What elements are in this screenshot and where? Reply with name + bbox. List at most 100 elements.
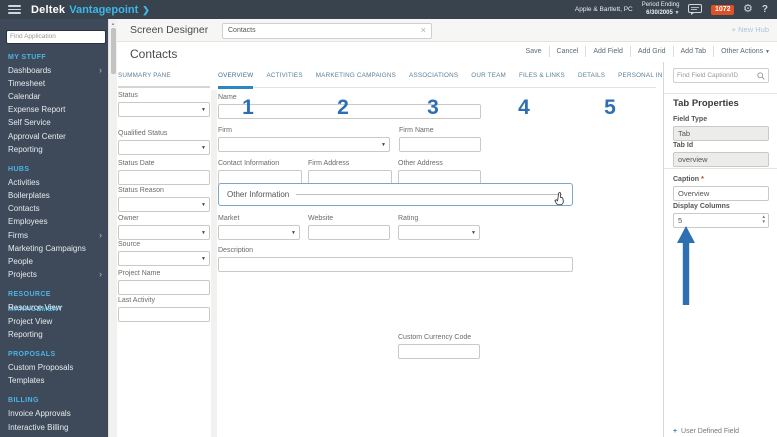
spinner-down-icon[interactable]: ▼ xyxy=(762,219,766,225)
sidebar-item-label: Activities xyxy=(8,177,40,187)
property-display-columns: Display Columns ▲ ▼ xyxy=(673,203,769,228)
sidebar-item[interactable]: Projects › xyxy=(0,268,108,281)
close-icon[interactable]: × xyxy=(416,26,431,35)
field-firm-address: Firm Address xyxy=(308,160,392,185)
period-ending-selector[interactable]: Period Ending 6/30/2005 ▼ xyxy=(642,2,680,17)
sidebar-item[interactable]: Batch Billing › xyxy=(0,434,108,437)
tab[interactable]: DETAILS xyxy=(578,72,605,87)
sidebar-item-label: Invoice Approvals xyxy=(8,409,71,419)
caret-down-icon: ▼ xyxy=(201,255,206,262)
action-button[interactable]: Add Grid xyxy=(631,46,674,57)
other-actions-button[interactable]: Other Actions ▼ xyxy=(714,46,770,57)
owner-dropdown[interactable]: ▼ xyxy=(118,225,210,240)
status-dropdown[interactable]: ▼ xyxy=(118,102,210,117)
status-date-input[interactable] xyxy=(118,170,210,185)
field-label: Contact Information xyxy=(218,160,280,167)
caption-input[interactable] xyxy=(674,189,768,198)
hamburger-menu-icon[interactable] xyxy=(8,5,21,14)
tab[interactable]: FILES & LINKS xyxy=(519,72,565,87)
firm-dropdown[interactable]: ▼ xyxy=(218,137,390,152)
tab[interactable]: MARKETING CAMPAIGNS xyxy=(316,72,396,87)
display-columns-input[interactable] xyxy=(674,216,768,225)
panel-title: Tab Properties xyxy=(673,98,739,109)
sidebar-item[interactable]: Interactive Billing › xyxy=(0,420,108,433)
action-button[interactable]: Add Field xyxy=(586,46,631,57)
custom-currency-code-input[interactable] xyxy=(398,344,480,359)
sidebar-item[interactable]: Templates › xyxy=(0,374,108,387)
sidebar-item[interactable]: Dashboards › xyxy=(0,64,108,77)
sidebar-item[interactable]: Calendar › xyxy=(0,90,108,103)
sidebar-item-label: Dashboards xyxy=(8,65,52,75)
scrollbar-thumb[interactable] xyxy=(111,28,116,74)
help-icon[interactable]: ? xyxy=(762,4,768,15)
field-label: Owner xyxy=(118,215,139,222)
action-button[interactable]: Save xyxy=(519,46,550,57)
market-dropdown[interactable]: ▼ xyxy=(218,225,300,240)
tab[interactable]: ASSOCIATIONS xyxy=(409,72,458,87)
screen-designer-header: Screen Designer × + New Hub xyxy=(117,19,777,42)
sidebar-item[interactable]: Self Service › xyxy=(0,116,108,129)
hub-selector-input[interactable] xyxy=(223,27,416,34)
sidebar-item[interactable]: Custom Proposals › xyxy=(0,361,108,374)
last-activity-input[interactable] xyxy=(118,307,210,322)
find-application-input[interactable] xyxy=(6,29,106,44)
sidebar-item[interactable]: Activities › xyxy=(0,176,108,189)
sidebar-section-title: HUBS xyxy=(8,165,30,173)
sidebar-item-label: Marketing Campaigns xyxy=(8,243,86,253)
name-input[interactable] xyxy=(218,104,481,119)
plus-icon: + xyxy=(731,25,737,34)
tab[interactable]: OUR TEAM xyxy=(471,72,506,87)
action-button[interactable]: Add Tab xyxy=(674,46,715,57)
status-reason-dropdown[interactable]: ▼ xyxy=(118,197,210,212)
action-button[interactable]: Cancel xyxy=(550,46,587,57)
tab[interactable]: OVERVIEW xyxy=(218,72,254,89)
sidebar-item[interactable]: Approval Center › xyxy=(0,129,108,142)
sidebar-section-proposals: PROPOSALS Custom Proposals › Templates › xyxy=(0,347,108,387)
tab-summary-pane[interactable]: SUMMARY PANE xyxy=(118,72,210,88)
sidebar-item[interactable]: Employees › xyxy=(0,215,108,228)
notification-badge[interactable]: 1072 xyxy=(711,4,735,15)
caret-down-icon: ▼ xyxy=(201,229,206,236)
tab[interactable]: ACTIVITIES xyxy=(266,72,302,87)
field-status-date: Status Date xyxy=(118,160,210,185)
sidebar-item[interactable]: Expense Report › xyxy=(0,103,108,116)
field-website: Website xyxy=(308,215,390,240)
sidebar-item[interactable]: Contacts › xyxy=(0,202,108,215)
project-name-input[interactable] xyxy=(118,280,210,295)
sidebar-item[interactable]: Firms › xyxy=(0,229,108,242)
sidebar-item[interactable]: Boilerplates › xyxy=(0,189,108,202)
find-field-caption-input[interactable] xyxy=(674,72,757,79)
section-other-information-selected[interactable]: Other Information xyxy=(218,183,573,206)
rating-dropdown[interactable]: ▼ xyxy=(398,225,480,240)
field-label: Firm Name xyxy=(399,127,434,134)
field-market: Market ▼ xyxy=(218,215,300,240)
gear-icon[interactable]: ⚙ xyxy=(743,4,753,15)
field-label: Website xyxy=(308,215,334,222)
number-stepper[interactable]: ▲ ▼ xyxy=(762,214,766,225)
sidebar-section-hubs: HUBS Activities › Boilerplates › Contact… xyxy=(0,162,108,282)
new-hub-button[interactable]: + New Hub xyxy=(732,25,769,34)
column-number-annotation: 5 xyxy=(604,96,616,119)
source-dropdown[interactable]: ▼ xyxy=(118,251,210,266)
chevron-right-icon: ❯ xyxy=(142,4,150,15)
sidebar-item[interactable]: Reporting › xyxy=(0,328,108,341)
field-label: Name xyxy=(218,94,237,101)
sidebar-item[interactable]: People › xyxy=(0,255,108,268)
sidebar-item[interactable]: Invoice Approvals › xyxy=(0,407,108,420)
sidebar-item-label: Firms xyxy=(8,230,28,240)
add-user-defined-field-link[interactable]: + User Defined Field xyxy=(673,428,739,435)
arrow-annotation xyxy=(677,226,695,305)
qualified-status-dropdown[interactable]: ▼ xyxy=(118,140,210,155)
sidebar-item[interactable]: Reporting › xyxy=(0,143,108,156)
description-input[interactable] xyxy=(218,257,573,272)
field-label: Other Address xyxy=(398,160,443,167)
firm-name-input[interactable] xyxy=(399,137,481,152)
sidebar-item[interactable]: Project View › xyxy=(0,315,108,328)
chat-icon[interactable] xyxy=(688,4,703,15)
scrollbar-up-icon[interactable]: ▲ xyxy=(111,21,115,26)
website-input[interactable] xyxy=(308,225,390,240)
company-name: Apple & Bartlett, PC xyxy=(574,6,633,13)
action-button-label: Add Grid xyxy=(637,48,666,55)
sidebar-item[interactable]: Timesheet › xyxy=(0,77,108,90)
sidebar-item[interactable]: Marketing Campaigns › xyxy=(0,242,108,255)
